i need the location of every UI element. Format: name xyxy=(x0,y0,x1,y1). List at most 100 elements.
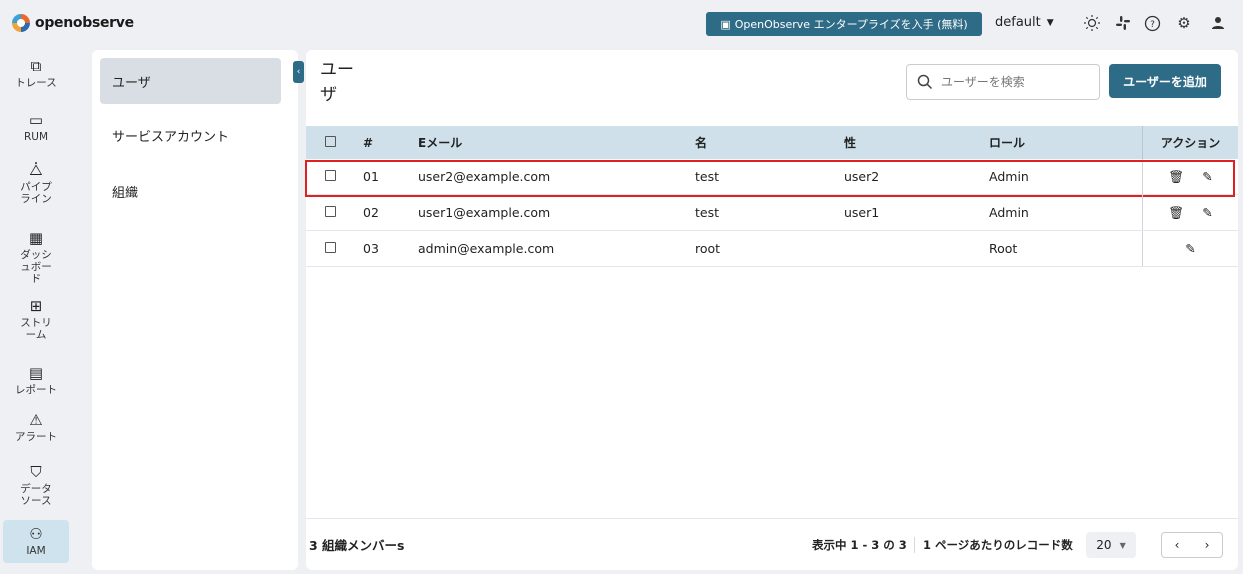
header-num[interactable]: # xyxy=(352,136,418,150)
nav-item-label: パイプライン xyxy=(20,181,52,205)
edit-icon[interactable]: ✎ xyxy=(1185,241,1195,256)
next-page-icon[interactable]: › xyxy=(1205,538,1210,552)
streams-icon: ⊞ xyxy=(29,297,43,315)
app-logo[interactable]: openobserve xyxy=(12,14,134,32)
edit-icon[interactable]: ✎ xyxy=(1202,205,1212,220)
row-checkbox[interactable] xyxy=(306,241,352,256)
iam-subnav: ユーザ サービスアカウント 組織 xyxy=(92,50,298,570)
main-panel: ユーザ ユーザーを追加 # Eメール 名 性 ロール アクション 01 user… xyxy=(305,50,1238,570)
member-count: 3 組織メンバーs xyxy=(309,538,405,553)
row-email: user1@example.com xyxy=(418,205,551,220)
rows-per-page-value: 20 xyxy=(1096,538,1112,552)
row-actions: 🗑︎ ✎ xyxy=(1142,159,1238,194)
row-checkbox[interactable] xyxy=(306,205,352,220)
help-icon[interactable]: ? xyxy=(1142,13,1162,33)
nav-item-label: トレース xyxy=(15,77,57,89)
iam-icon: ⚇ xyxy=(29,525,43,543)
nav-item-label: IAM xyxy=(26,545,46,557)
header-first-name[interactable]: 名 xyxy=(695,134,844,151)
rum-icon: ▭ xyxy=(28,111,44,129)
row-first-name: test xyxy=(695,205,720,220)
nav-item-label: ダッシュボード xyxy=(20,249,52,285)
subnav-item-users[interactable]: ユーザ xyxy=(100,58,281,104)
header-last-name[interactable]: 性 xyxy=(844,134,989,151)
slack-icon[interactable] xyxy=(1113,13,1133,33)
search-input[interactable] xyxy=(941,75,1091,89)
enterprise-button-label: OpenObserve エンタープライズを入手 (無料) xyxy=(734,18,968,31)
nav-item-label: データソース xyxy=(20,483,52,507)
enterprise-icon: ▣ xyxy=(720,17,731,31)
row-num: 01 xyxy=(363,169,379,184)
left-nav: ⧉ トレース ▭ RUM ⧊ パイプライン ▦ ダッシュボード ⊞ ストリーム … xyxy=(0,50,86,570)
row-last-name: user1 xyxy=(844,205,880,220)
chevron-left-icon: ‹ xyxy=(296,67,301,77)
nav-item-label: レポート xyxy=(15,384,57,396)
subnav-item-service-accounts[interactable]: サービスアカウント xyxy=(100,112,281,158)
settings-icon[interactable]: ⚙ xyxy=(1174,13,1194,33)
chevron-down-icon: ▼ xyxy=(1119,540,1126,550)
pagination-controls: ‹ › xyxy=(1161,532,1223,558)
nav-item-traces[interactable]: ⧉ トレース xyxy=(4,58,68,89)
row-actions: ✎ xyxy=(1142,231,1238,266)
nav-item-report[interactable]: ▤ レポート xyxy=(4,365,68,396)
datasource-icon: ⛉ xyxy=(30,463,42,481)
collapse-sidebar-button[interactable]: ‹ xyxy=(293,61,304,83)
row-actions: 🗑︎ ✎ xyxy=(1142,195,1238,230)
svg-text:?: ? xyxy=(1150,20,1155,30)
traces-icon: ⧉ xyxy=(30,57,42,75)
prev-page-icon[interactable]: ‹ xyxy=(1175,538,1180,552)
select-all-checkbox[interactable] xyxy=(306,135,352,150)
top-bar: openobserve ▣ OpenObserve エンタープライズを入手 (無… xyxy=(0,0,1243,46)
pagination-range: 表示中 1 - 3 の 3 xyxy=(812,537,907,552)
delete-icon[interactable]: 🗑︎ xyxy=(1168,205,1184,221)
header-email[interactable]: Eメール xyxy=(418,134,695,151)
alert-icon: ⚠ xyxy=(29,411,43,429)
nav-item-alert[interactable]: ⚠ アラート xyxy=(4,412,68,443)
table-row: 03 admin@example.com root Root ✎ xyxy=(306,231,1238,267)
subnav-item-label: サービスアカウント xyxy=(112,129,230,145)
edit-icon[interactable]: ✎ xyxy=(1202,169,1212,184)
table-row: 01 user2@example.com test user2 Admin 🗑︎… xyxy=(305,159,1238,197)
rows-per-page-select[interactable]: 20 ▼ xyxy=(1086,532,1136,558)
nav-item-label: アラート xyxy=(15,431,57,443)
subnav-item-label: ユーザ xyxy=(112,75,151,91)
org-selector[interactable]: default ▼ xyxy=(995,15,1054,30)
users-table: # Eメール 名 性 ロール アクション 01 user2@example.co… xyxy=(305,126,1238,267)
enterprise-button[interactable]: ▣ OpenObserve エンタープライズを入手 (無料) xyxy=(706,12,982,36)
header-role[interactable]: ロール xyxy=(989,134,1142,151)
row-email: admin@example.com xyxy=(418,241,555,256)
dashboard-icon: ▦ xyxy=(28,229,44,247)
add-user-button[interactable]: ユーザーを追加 xyxy=(1109,64,1221,98)
header-actions: アクション xyxy=(1142,126,1238,159)
nav-item-datasource[interactable]: ⛉ データソース xyxy=(4,464,68,507)
nav-item-dashboard[interactable]: ▦ ダッシュボード xyxy=(4,230,68,285)
row-num: 03 xyxy=(363,241,379,256)
row-num: 02 xyxy=(363,205,379,220)
nav-item-streams[interactable]: ⊞ ストリーム xyxy=(4,298,68,341)
chevron-down-icon: ▼ xyxy=(1046,17,1054,28)
theme-icon[interactable] xyxy=(1082,13,1102,33)
row-role: Admin xyxy=(989,205,1029,220)
table-footer: 3 組織メンバーs 表示中 1 - 3 の 3 1 ページあたりのレコード数 2… xyxy=(306,518,1238,570)
rows-per-page-label: 1 ページあたりのレコード数 xyxy=(914,536,1073,553)
row-checkbox[interactable] xyxy=(306,169,352,184)
row-role: Root xyxy=(989,241,1018,256)
logo-text: openobserve xyxy=(35,15,134,31)
nav-item-label: ストリーム xyxy=(20,317,52,341)
nav-item-rum[interactable]: ▭ RUM xyxy=(4,112,68,143)
nav-item-iam[interactable]: ⚇ IAM xyxy=(3,520,69,563)
search-icon xyxy=(917,74,933,90)
search-box[interactable] xyxy=(906,64,1100,100)
row-last-name: user2 xyxy=(844,169,880,184)
report-icon: ▤ xyxy=(28,364,44,382)
org-selected-value: default xyxy=(995,15,1041,30)
delete-icon[interactable]: 🗑︎ xyxy=(1168,169,1184,185)
row-first-name: test xyxy=(695,169,720,184)
table-row: 02 user1@example.com test user1 Admin 🗑︎… xyxy=(306,195,1238,231)
row-role: Admin xyxy=(989,169,1029,184)
subnav-item-organizations[interactable]: 組織 xyxy=(100,168,281,214)
row-first-name: root xyxy=(695,241,721,256)
row-email: user2@example.com xyxy=(418,169,551,184)
user-icon[interactable] xyxy=(1208,13,1228,33)
nav-item-pipeline[interactable]: ⧊ パイプライン xyxy=(4,162,68,205)
